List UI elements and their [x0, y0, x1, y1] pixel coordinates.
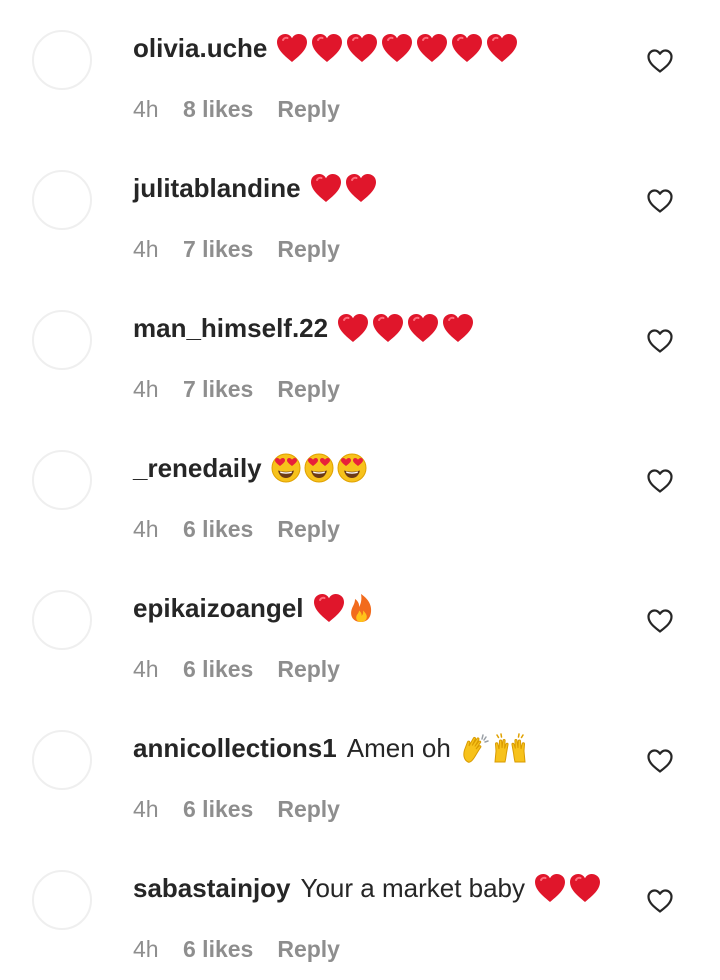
comment-meta: 4h 7 likes Reply: [133, 234, 340, 264]
comment-emojis: [459, 732, 529, 764]
comment-emojis: [270, 452, 369, 484]
comment-item: epikaizoangel 4h 6 likes Reply: [0, 560, 720, 700]
red-heart-emoji: [344, 172, 379, 204]
red-heart-emoji: [568, 872, 603, 904]
red-heart-emoji: [309, 172, 344, 204]
like-count-link[interactable]: 8 likes: [183, 96, 253, 123]
avatar[interactable]: [32, 870, 92, 930]
comment-emojis: [336, 312, 476, 344]
comment-body: sabastainjoy Your a market baby: [133, 866, 620, 910]
comment-body: olivia.uche: [133, 26, 620, 70]
username[interactable]: _renedaily: [133, 453, 262, 484]
red-heart-emoji: [310, 32, 345, 64]
heart-eyes-emoji: [336, 452, 369, 484]
red-heart-emoji: [485, 32, 520, 64]
comment-item: julitablandine 4h 7 likes Reply: [0, 140, 720, 280]
heart-eyes-emoji: [270, 452, 303, 484]
comment-meta: 4h 7 likes Reply: [133, 374, 340, 404]
avatar[interactable]: [32, 170, 92, 230]
comment-body: _renedaily: [133, 446, 620, 490]
avatar[interactable]: [32, 310, 92, 370]
like-count-link[interactable]: 6 likes: [183, 516, 253, 543]
username[interactable]: annicollections1: [133, 733, 337, 764]
comment-time: 4h: [133, 795, 159, 822]
red-heart-emoji: [415, 32, 450, 64]
red-heart-emoji: [533, 872, 568, 904]
avatar[interactable]: [32, 590, 92, 650]
comment-meta: 4h 6 likes Reply: [133, 514, 340, 544]
like-heart-icon[interactable]: [646, 608, 674, 634]
comment-text: Your a market baby: [300, 872, 526, 903]
like-heart-icon[interactable]: [646, 328, 674, 354]
like-count-link[interactable]: 7 likes: [183, 376, 253, 403]
avatar[interactable]: [32, 450, 92, 510]
red-heart-emoji: [345, 32, 380, 64]
reply-button[interactable]: Reply: [277, 516, 340, 543]
comment-item: sabastainjoy Your a market baby 4h 6 likes R…: [0, 840, 720, 980]
comment-time: 4h: [133, 935, 159, 962]
red-heart-emoji: [312, 592, 347, 624]
like-heart-icon[interactable]: [646, 188, 674, 214]
clapping-hands-emoji: [459, 732, 492, 764]
reply-button[interactable]: Reply: [277, 656, 340, 683]
red-heart-emoji: [441, 312, 476, 344]
red-heart-emoji: [406, 312, 441, 344]
comment-meta: 4h 8 likes Reply: [133, 94, 340, 124]
username[interactable]: epikaizoangel: [133, 593, 304, 624]
red-heart-emoji: [275, 32, 310, 64]
heart-eyes-emoji: [303, 452, 336, 484]
comment-meta: 4h 6 likes Reply: [133, 654, 340, 684]
comment-body: julitablandine: [133, 166, 620, 210]
reply-button[interactable]: Reply: [277, 96, 340, 123]
comment-list: olivia.uche 4h 8 likes Reply julitablandine 4…: [0, 0, 720, 976]
username[interactable]: sabastainjoy: [133, 873, 291, 904]
like-count-link[interactable]: 7 likes: [183, 236, 253, 263]
comment-body: epikaizoangel: [133, 586, 620, 630]
avatar[interactable]: [32, 730, 92, 790]
fire-emoji: [347, 592, 376, 624]
comment-text: Amen oh: [346, 732, 451, 763]
reply-button[interactable]: Reply: [277, 236, 340, 263]
like-heart-icon[interactable]: [646, 748, 674, 774]
username[interactable]: julitablandine: [133, 173, 301, 204]
red-heart-emoji: [371, 312, 406, 344]
like-heart-icon[interactable]: [646, 48, 674, 74]
comment-emojis: [275, 32, 520, 64]
comment-emojis: [309, 172, 379, 204]
like-count-link[interactable]: 6 likes: [183, 796, 253, 823]
red-heart-emoji: [380, 32, 415, 64]
comment-meta: 4h 6 likes Reply: [133, 794, 340, 824]
like-heart-icon[interactable]: [646, 468, 674, 494]
comment-item: man_himself.22 4h 7 likes Reply: [0, 280, 720, 420]
red-heart-emoji: [450, 32, 485, 64]
reply-button[interactable]: Reply: [277, 936, 340, 963]
reply-button[interactable]: Reply: [277, 376, 340, 403]
username[interactable]: olivia.uche: [133, 33, 267, 64]
like-heart-icon[interactable]: [646, 888, 674, 914]
comment-time: 4h: [133, 235, 159, 262]
reply-button[interactable]: Reply: [277, 796, 340, 823]
red-heart-emoji: [336, 312, 371, 344]
comment-item: annicollections1 Amen oh 4h 6 likes Reply: [0, 700, 720, 840]
comment-emojis: [533, 872, 603, 904]
comment-body: man_himself.22: [133, 306, 620, 350]
comment-time: 4h: [133, 95, 159, 122]
comment-time: 4h: [133, 655, 159, 682]
comment-meta: 4h 6 likes Reply: [133, 934, 340, 964]
comment-item: _renedaily 4h 6 likes Reply: [0, 420, 720, 560]
avatar[interactable]: [32, 30, 92, 90]
comment-item: olivia.uche 4h 8 likes Reply: [0, 0, 720, 140]
comment-time: 4h: [133, 515, 159, 542]
comment-emojis: [312, 592, 376, 624]
comment-body: annicollections1 Amen oh: [133, 726, 620, 770]
like-count-link[interactable]: 6 likes: [183, 936, 253, 963]
username[interactable]: man_himself.22: [133, 313, 328, 344]
like-count-link[interactable]: 6 likes: [183, 656, 253, 683]
comment-time: 4h: [133, 375, 159, 402]
raising-hands-emoji: [492, 732, 529, 764]
